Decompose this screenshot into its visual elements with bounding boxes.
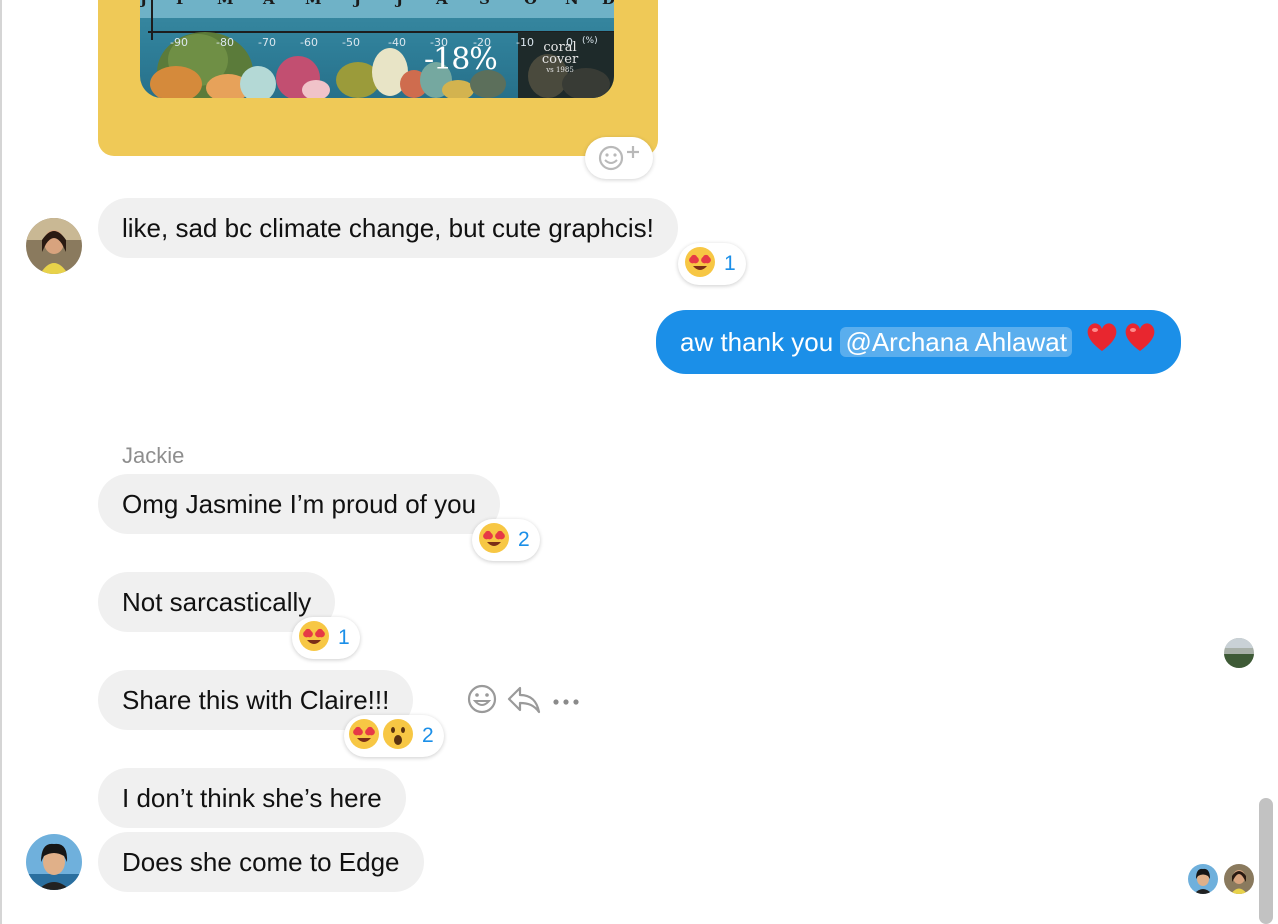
red-heart-emoji-icon (1123, 312, 1157, 376)
reply-icon[interactable] (506, 682, 542, 721)
tick-label: -50 (342, 36, 360, 49)
coral-cover-graphic: J F M A M J J A S O N D 2 -90 -80 -70 -6… (140, 0, 614, 98)
coral-cover-label: coral cover vs 1985 (532, 41, 588, 74)
reaction-count: 2 (422, 724, 434, 747)
wow-emoji-icon (382, 718, 414, 755)
avatar[interactable] (26, 834, 82, 890)
outgoing-message-bubble[interactable]: aw thank you @Archana Ahlawat (656, 310, 1182, 376)
reaction-badge[interactable]: 2 (344, 715, 444, 757)
heart-eyes-emoji-icon (684, 246, 716, 283)
avatar-photo (26, 218, 82, 274)
month-label: D (602, 0, 614, 8)
month-label: J (140, 0, 147, 8)
tick-label: -90 (170, 36, 188, 49)
month-label: A (436, 0, 448, 8)
message-actions (466, 682, 586, 718)
reaction-badge[interactable]: 2 (472, 519, 540, 561)
sender-name: Jackie (122, 443, 185, 468)
month-label: S (479, 0, 490, 8)
message-text: aw thank you (680, 327, 841, 357)
reaction-count: 1 (724, 252, 736, 275)
message-bubble[interactable]: Does she come to Edge (98, 832, 424, 892)
tick-label: -60 (300, 36, 318, 49)
mention-tag[interactable]: @Archana Ahlawat (840, 327, 1072, 357)
month-label: F (176, 0, 187, 8)
avatar-photo (26, 834, 82, 890)
shared-image-card[interactable]: J F M A M J J A S O N D 2 -90 -80 -70 -6… (98, 0, 658, 156)
month-label: M (305, 0, 322, 8)
month-label: J (354, 0, 361, 8)
message-bubble[interactable]: Omg Jasmine I’m proud of you (98, 474, 501, 534)
month-label: O (524, 0, 537, 8)
react-icon[interactable] (466, 682, 498, 721)
reaction-badge[interactable]: 1 (292, 617, 360, 659)
tick-label: -70 (258, 36, 276, 49)
message-bubble[interactable]: like, sad bc climate change, but cute gr… (98, 198, 678, 258)
read-receipt-avatar (1188, 864, 1218, 894)
scrollbar-thumb[interactable] (1259, 798, 1273, 924)
more-options-icon[interactable] (552, 694, 580, 712)
add-reaction-button[interactable] (585, 137, 653, 179)
avatar[interactable] (26, 218, 82, 274)
month-label: J (396, 0, 403, 8)
month-label: N (565, 0, 579, 8)
heart-eyes-emoji-icon (298, 620, 330, 657)
heart-eyes-emoji-icon (478, 522, 510, 559)
conversation-left-border (0, 0, 2, 924)
month-label: A (263, 0, 275, 8)
coral-label-line: cover (541, 52, 579, 67)
month-label: M (217, 0, 234, 8)
read-receipt-avatar (1224, 638, 1254, 668)
add-emoji-icon (598, 145, 639, 171)
coral-label-line: vs 1985 (546, 66, 574, 74)
coral-change-value: -18% (424, 42, 498, 77)
reaction-badge[interactable]: 1 (678, 243, 746, 285)
reaction-count: 2 (518, 528, 530, 551)
tick-label: -80 (216, 36, 234, 49)
message-bubble[interactable]: I don’t think she’s here (98, 768, 406, 828)
reaction-count: 1 (338, 626, 350, 649)
tick-label: -40 (388, 36, 406, 49)
red-heart-emoji-icon (1085, 312, 1119, 376)
heart-eyes-emoji-icon (348, 718, 380, 755)
read-receipt-avatar (1224, 864, 1254, 894)
